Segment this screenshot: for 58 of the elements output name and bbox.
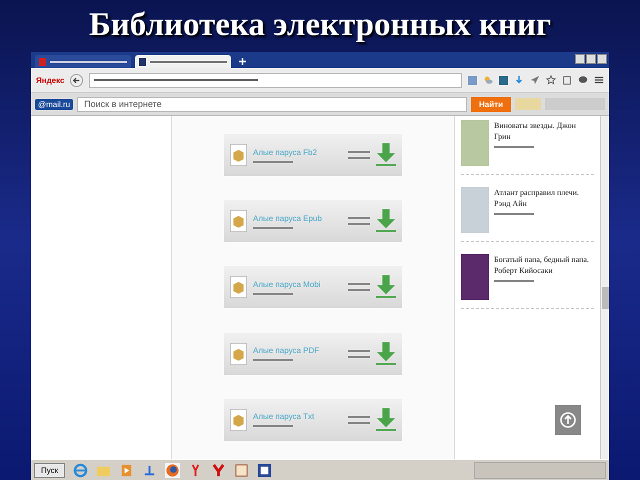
download-count-line <box>348 223 370 226</box>
download-count-line <box>348 356 370 358</box>
download-count-line <box>348 289 370 292</box>
star-icon[interactable] <box>546 75 556 85</box>
book-date-line <box>494 213 534 215</box>
file-details-line <box>253 292 293 295</box>
archive-icon <box>230 408 247 432</box>
back-icon[interactable] <box>70 74 84 86</box>
file-size-line <box>348 151 370 154</box>
file-details-line <box>253 226 293 229</box>
download-count-line <box>348 157 370 160</box>
download-count-line <box>348 422 370 424</box>
address-field[interactable] <box>89 72 462 88</box>
file-size-line <box>348 350 370 352</box>
book-title-link[interactable]: Виноваты звезды. Джон Грин <box>494 120 594 142</box>
minimize-button[interactable] <box>575 54 585 64</box>
file-details-line <box>253 359 293 362</box>
start-button[interactable]: Пуск <box>34 462 66 478</box>
download-icon[interactable] <box>514 75 524 85</box>
letter-y-bold-icon[interactable] <box>211 462 226 478</box>
scroll-to-top-button[interactable] <box>555 405 581 435</box>
send-icon[interactable] <box>530 75 540 85</box>
search-field[interactable]: Поиск в интернете <box>77 96 467 112</box>
file-size-line <box>348 217 370 220</box>
yandex-logo[interactable]: Яндекс <box>36 76 64 84</box>
slide-title: Библиотека электронных книг <box>88 6 552 45</box>
browser-tab[interactable] <box>35 55 131 68</box>
book-date-line <box>494 280 534 282</box>
download-arrow-icon[interactable] <box>376 143 396 168</box>
search-button[interactable]: Найти <box>471 96 511 112</box>
page-icon <box>139 58 146 66</box>
document-icon[interactable] <box>234 462 250 478</box>
archive-icon <box>230 143 247 168</box>
browser-tab[interactable] <box>135 55 231 68</box>
maximize-button[interactable] <box>586 54 596 64</box>
download-arrow-icon[interactable] <box>376 275 396 300</box>
file-size-line <box>348 416 370 418</box>
book-title-link[interactable]: Богатый папа, бедный папа. Роберт Кийосаки <box>494 254 594 276</box>
close-button[interactable] <box>597 54 607 64</box>
mail-logo[interactable]: @mail.ru <box>35 98 74 110</box>
page-icon <box>39 58 46 66</box>
scrollbar-thumb[interactable] <box>602 287 609 309</box>
file-size-line <box>348 283 370 286</box>
download-arrow-icon[interactable] <box>376 342 396 366</box>
download-arrow-icon[interactable] <box>376 408 396 432</box>
menu-icon[interactable] <box>594 75 604 85</box>
archive-icon <box>230 275 247 300</box>
weather-icon[interactable] <box>483 75 493 85</box>
browser-e-icon[interactable] <box>73 462 88 478</box>
download-arrow-icon[interactable] <box>376 209 396 234</box>
file-details-line <box>253 160 293 163</box>
file-details-line <box>253 425 293 428</box>
scrollbar[interactable] <box>600 116 609 459</box>
book-date-line <box>494 146 534 148</box>
new-tab-icon[interactable] <box>239 58 246 65</box>
book-title-link[interactable]: Атлант расправил плечи. Рэнд Айн <box>494 187 594 209</box>
archive-icon <box>230 209 247 234</box>
archive-icon <box>230 342 247 366</box>
